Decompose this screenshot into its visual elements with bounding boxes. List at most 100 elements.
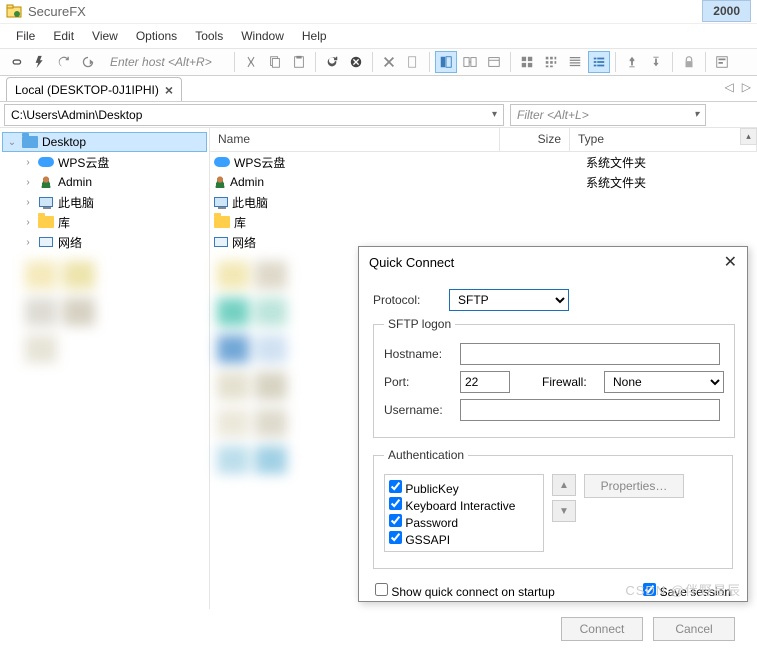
lock-icon[interactable] — [678, 51, 700, 73]
menu-options[interactable]: Options — [136, 29, 177, 43]
tree-item-label: 此电脑 — [58, 194, 94, 211]
auth-list[interactable]: PublicKey Keyboard Interactive Password … — [384, 474, 544, 552]
tree-item-lib[interactable]: › 库 — [2, 212, 207, 232]
quick-connect-icon[interactable] — [29, 51, 51, 73]
folder-icon — [22, 134, 38, 150]
tab-scroll-right-icon[interactable]: ▷ — [742, 80, 751, 94]
show-startup-check[interactable]: Show quick connect on startup — [375, 583, 555, 599]
col-type[interactable]: Type — [570, 128, 757, 151]
username-input[interactable] — [460, 399, 720, 421]
properties-button[interactable]: Properties… — [584, 474, 684, 498]
username-label: Username: — [384, 403, 452, 417]
auth-group: Authentication PublicKey Keyboard Intera… — [373, 448, 733, 569]
small-icons-icon[interactable] — [540, 51, 562, 73]
tab-local[interactable]: Local (DESKTOP-0J1IPHI) × — [6, 77, 182, 101]
upload-icon[interactable] — [621, 51, 643, 73]
move-up-icon[interactable]: ▲ — [552, 474, 576, 496]
menu-help[interactable]: Help — [302, 29, 327, 43]
reconnect-icon[interactable] — [53, 51, 75, 73]
detail-view-icon[interactable] — [588, 51, 610, 73]
firewall-select[interactable]: None — [604, 371, 724, 393]
pc-icon — [214, 197, 228, 207]
hostname-label: Hostname: — [384, 347, 452, 361]
list-item[interactable]: Admin 系统文件夹 — [210, 172, 757, 192]
large-icons-icon[interactable] — [516, 51, 538, 73]
tree-item-label: 网络 — [58, 234, 82, 251]
collapse-icon[interactable]: ⌄ — [6, 137, 18, 148]
cloud-icon — [214, 157, 230, 167]
path-value: C:\Users\Admin\Desktop — [11, 108, 142, 122]
cut-icon[interactable] — [240, 51, 262, 73]
stop-icon[interactable] — [345, 51, 367, 73]
list-icon[interactable] — [564, 51, 586, 73]
tree-root[interactable]: ⌄ Desktop — [2, 132, 207, 152]
chevron-down-icon: ▾ — [492, 109, 497, 120]
titlebar: SecureFX — [0, 0, 757, 24]
move-down-icon[interactable]: ▼ — [552, 500, 576, 522]
menu-file[interactable]: File — [16, 29, 35, 43]
folder-icon — [214, 216, 230, 228]
hostname-input[interactable] — [460, 343, 720, 365]
menu-tools[interactable]: Tools — [195, 29, 223, 43]
tree-item-wps[interactable]: › WPS云盘 — [2, 152, 207, 172]
tree-item-admin[interactable]: › Admin — [2, 172, 207, 192]
filter-combo[interactable]: Filter <Alt+L> ▾ — [510, 104, 706, 126]
expand-icon[interactable]: › — [22, 197, 34, 208]
expand-icon[interactable]: › — [22, 157, 34, 168]
folder-icon — [38, 214, 54, 230]
close-icon[interactable]: ✕ — [724, 252, 737, 272]
copy-icon[interactable] — [264, 51, 286, 73]
path-row: C:\Users\Admin\Desktop ▾ Filter <Alt+L> … — [0, 102, 757, 128]
folder-tree: ⌄ Desktop › WPS云盘 › Admin › 此电脑 › 库 › 网络 — [0, 128, 210, 609]
toolbar: Enter host <Alt+R> — [0, 48, 757, 76]
sync-view-icon[interactable] — [459, 51, 481, 73]
tab-scroll-left-icon[interactable]: ◁ — [725, 80, 734, 94]
app-title: SecureFX — [28, 4, 86, 19]
tab-close-icon[interactable]: × — [165, 82, 173, 98]
auth-legend: Authentication — [384, 448, 468, 462]
properties-icon[interactable] — [711, 51, 733, 73]
quick-connect-dialog: Quick Connect ✕ Protocol: SFTP SFTP logo… — [358, 246, 748, 602]
tree-item-pc[interactable]: › 此电脑 — [2, 192, 207, 212]
list-item[interactable]: 此电脑 — [210, 192, 757, 212]
scroll-up-icon[interactable]: ▴ — [740, 128, 757, 145]
menu-view[interactable]: View — [92, 29, 118, 43]
window-icon[interactable] — [483, 51, 505, 73]
auth-password-check[interactable] — [389, 514, 402, 527]
logon-legend: SFTP logon — [384, 317, 455, 331]
paste-icon[interactable] — [288, 51, 310, 73]
port-input[interactable] — [460, 371, 510, 393]
tabbar: Local (DESKTOP-0J1IPHI) × ◁ ▷ — [0, 76, 757, 102]
protocol-select[interactable]: SFTP — [449, 289, 569, 311]
path-combo[interactable]: C:\Users\Admin\Desktop ▾ — [4, 104, 504, 126]
firewall-label: Firewall: — [542, 375, 596, 389]
col-name[interactable]: Name — [210, 128, 500, 151]
cancel-button[interactable]: Cancel — [653, 617, 735, 641]
tab-label: Local (DESKTOP-0J1IPHI) — [15, 83, 159, 97]
expand-icon[interactable]: › — [22, 237, 34, 248]
auth-publickey-check[interactable] — [389, 480, 402, 493]
list-item[interactable]: WPS云盘 系统文件夹 — [210, 152, 757, 172]
tree-item-net[interactable]: › 网络 — [2, 232, 207, 252]
network-icon — [214, 237, 228, 247]
list-item[interactable]: 库 — [210, 212, 757, 232]
disconnect-icon[interactable] — [77, 51, 99, 73]
enter-host-field[interactable]: Enter host <Alt+R> — [100, 55, 230, 69]
delete-icon[interactable] — [378, 51, 400, 73]
auth-gssapi-check[interactable] — [389, 531, 402, 544]
menu-edit[interactable]: Edit — [53, 29, 74, 43]
menu-window[interactable]: Window — [241, 29, 284, 43]
download-icon[interactable] — [645, 51, 667, 73]
protocol-label: Protocol: — [373, 293, 441, 307]
refresh-icon[interactable] — [321, 51, 343, 73]
expand-icon[interactable]: › — [22, 217, 34, 228]
auth-keyboard-check[interactable] — [389, 497, 402, 510]
expand-icon[interactable]: › — [22, 177, 34, 188]
link-icon[interactable] — [5, 51, 27, 73]
new-file-icon[interactable] — [402, 51, 424, 73]
tree-item-label: Admin — [58, 175, 92, 189]
connect-button[interactable]: Connect — [561, 617, 643, 641]
tree-toggle-icon[interactable] — [435, 51, 457, 73]
col-size[interactable]: Size — [500, 128, 570, 151]
list-header: Name Size Type — [210, 128, 757, 152]
